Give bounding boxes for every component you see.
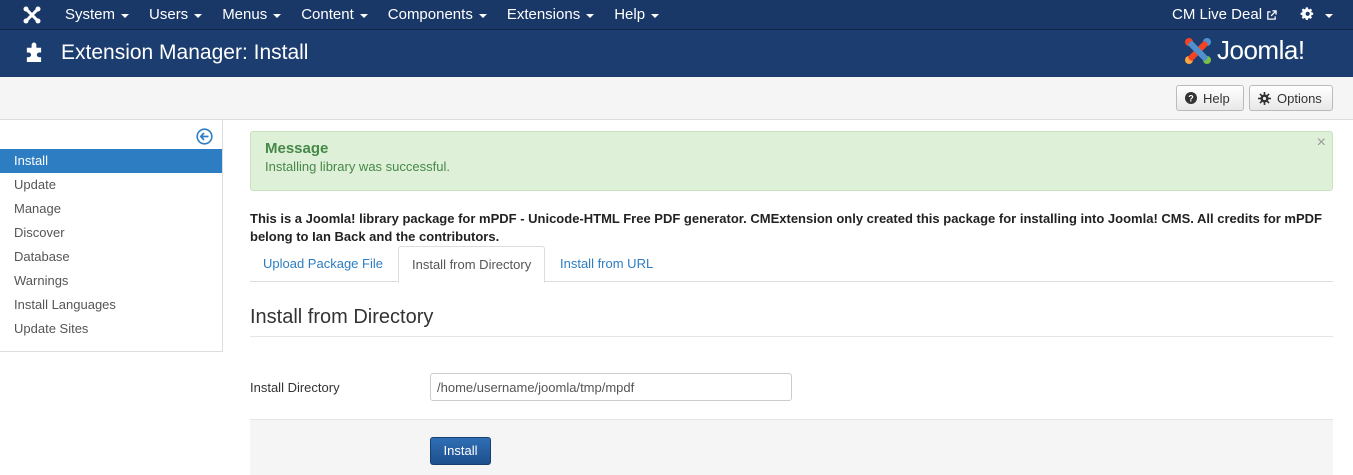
sidebar: Install Update Manage Discover Database … [0, 120, 223, 352]
sidebar-item-discover[interactable]: Discover [0, 221, 222, 245]
caret-down-icon [273, 14, 282, 18]
sidebar-item-update[interactable]: Update [0, 173, 222, 197]
menu-components[interactable]: Components [378, 0, 497, 30]
site-link[interactable]: CM Live Deal [1172, 0, 1277, 30]
message-text: Installing library was successful. [265, 159, 450, 174]
joomla-logo-icon [1185, 37, 1211, 64]
sidebar-menu: Install Update Manage Discover Database … [0, 149, 222, 341]
caret-down-icon [359, 14, 368, 18]
caret-down-icon [478, 14, 487, 18]
install-button[interactable]: Install [430, 437, 491, 465]
menu-extensions[interactable]: Extensions [497, 0, 604, 30]
close-icon[interactable]: × [1317, 134, 1326, 152]
caret-down-icon [1325, 13, 1333, 18]
site-link-label: CM Live Deal [1172, 6, 1263, 23]
sidebar-item-warnings[interactable]: Warnings [0, 269, 222, 293]
menu-users[interactable]: Users [139, 0, 212, 30]
menu-help-label: Help [614, 6, 646, 23]
svg-text:?: ? [1188, 94, 1194, 104]
joomla-logo-text: Joomla! [1217, 35, 1305, 65]
page-title: Extension Manager: Install [61, 41, 309, 64]
install-directory-label: Install Directory [250, 380, 340, 395]
menu-system[interactable]: System [55, 0, 139, 30]
menu-users-label: Users [149, 6, 189, 23]
user-settings-menu[interactable] [1300, 7, 1333, 22]
gear-icon [1258, 91, 1271, 105]
toolbar: ? Help Options [0, 77, 1353, 120]
install-directory-input[interactable] [430, 373, 792, 401]
sidebar-item-manage[interactable]: Manage [0, 197, 222, 221]
menu-menus-label: Menus [222, 6, 268, 23]
joomla-logo: Joomla! [1183, 35, 1305, 66]
menu-components-label: Components [387, 6, 473, 23]
caret-down-icon [586, 14, 595, 18]
sidebar-item-database[interactable]: Database [0, 245, 222, 269]
tab-install-from-directory[interactable]: Install from Directory [398, 246, 546, 283]
page-header: Extension Manager: Install Joomla! [0, 30, 1353, 77]
menu-system-label: System [65, 6, 116, 23]
section-divider [250, 336, 1333, 337]
top-navbar: System Users Menus Content Components Ex… [0, 0, 1353, 30]
menu-help[interactable]: Help [604, 0, 669, 30]
menu-content-label: Content [301, 6, 354, 23]
caret-down-icon [651, 14, 660, 18]
collapse-sidebar-icon[interactable] [196, 128, 213, 145]
menu-menus[interactable]: Menus [212, 0, 291, 30]
install-tabs: Upload Package File Install from Directo… [250, 246, 1333, 283]
gear-icon [1300, 7, 1314, 20]
tab-install-from-url[interactable]: Install from URL [547, 246, 666, 282]
caret-down-icon [121, 14, 130, 18]
puzzle-piece-icon [26, 42, 42, 62]
form-actions: Install [250, 419, 1333, 475]
options-button[interactable]: Options [1249, 85, 1333, 111]
caret-down-icon [194, 14, 203, 18]
success-message: Message Installing library was successfu… [250, 131, 1333, 191]
joomla-menu-icon[interactable] [22, 5, 42, 25]
menu-extensions-label: Extensions [506, 6, 581, 23]
tab-upload-package-file[interactable]: Upload Package File [250, 246, 396, 282]
section-title: Install from Directory [250, 306, 434, 328]
sidebar-item-install[interactable]: Install [0, 149, 222, 173]
message-heading: Message [265, 140, 329, 157]
external-link-icon [1267, 9, 1277, 20]
sidebar-item-update-sites[interactable]: Update Sites [0, 317, 222, 341]
help-button-label: Help [1203, 90, 1230, 106]
package-description: This is a Joomla! library package for mP… [250, 211, 1322, 244]
sidebar-item-install-languages[interactable]: Install Languages [0, 293, 222, 317]
help-button[interactable]: ? Help [1176, 85, 1244, 111]
menu-content[interactable]: Content [291, 0, 378, 30]
question-circle-icon: ? [1185, 92, 1197, 104]
options-button-label: Options [1277, 90, 1322, 106]
main-menu: System Users Menus Content Components Ex… [55, 0, 669, 30]
